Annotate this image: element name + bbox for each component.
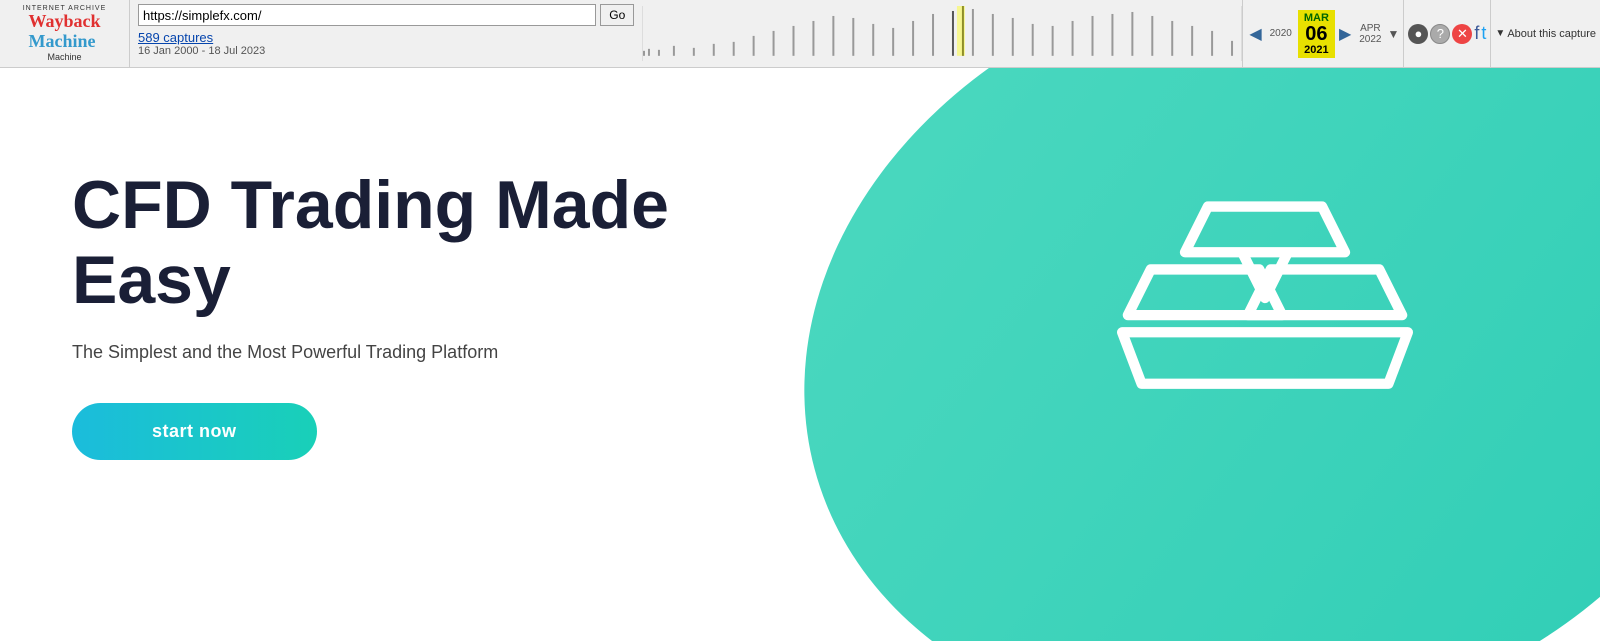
go-button[interactable]: Go	[600, 4, 634, 26]
toolbar-icons: ● ? ✕ f t	[1403, 0, 1490, 67]
url-row: Go	[138, 4, 634, 26]
logo-sub: Machine	[47, 52, 81, 62]
url-input[interactable]	[138, 4, 596, 26]
current-day: 06	[1305, 24, 1327, 44]
timeline-svg	[643, 6, 1241, 56]
prev-arrow[interactable]: ◀	[1247, 24, 1263, 44]
timeline-area	[642, 6, 1242, 61]
year-apr: APR	[1360, 23, 1381, 34]
captures-info: 589 captures 16 Jan 2000 - 18 Jul 2023	[138, 30, 634, 57]
year-2022-label: 2022	[1359, 34, 1381, 45]
year-2020-label: 2020	[1270, 28, 1292, 39]
year-nav: ◀ 2020 MAR 06 2021 ▶ APR 2022 ▼	[1242, 0, 1403, 67]
wayback-center: Go 589 captures 16 Jan 2000 - 18 Jul 202…	[130, 0, 642, 67]
about-capture-button[interactable]: ▼ About this capture	[1490, 0, 1600, 67]
about-arrow-icon: ▼	[1495, 28, 1505, 39]
year-2020[interactable]: 2020	[1266, 26, 1296, 41]
year-2022[interactable]: APR 2022	[1355, 21, 1385, 47]
current-month: MAR	[1304, 12, 1329, 24]
close-icon[interactable]: ✕	[1452, 24, 1472, 44]
hero-title: CFD Trading Made Easy	[72, 168, 792, 318]
captures-link[interactable]: 589 captures	[138, 30, 634, 45]
twitter-icon[interactable]: t	[1481, 23, 1486, 44]
logo-main: Wayback Machine	[28, 12, 100, 52]
current-year: 2021	[1304, 44, 1328, 56]
user-icon[interactable]: ●	[1408, 24, 1428, 44]
start-now-button[interactable]: start now	[72, 403, 317, 460]
gold-bars-icon	[1105, 138, 1425, 458]
wayback-toolbar: INTERNET ARCHIVE Wayback Machine Machine…	[0, 0, 1600, 68]
hero-section: CFD Trading Made Easy The Simplest and t…	[72, 168, 792, 460]
current-date: MAR 06 2021	[1298, 10, 1335, 58]
main-content: CFD Trading Made Easy The Simplest and t…	[0, 68, 1600, 641]
about-capture-label: About this capture	[1507, 28, 1596, 40]
facebook-icon[interactable]: f	[1474, 23, 1479, 44]
wayback-logo[interactable]: INTERNET ARCHIVE Wayback Machine Machine	[0, 0, 130, 67]
dropdown-arrow-year[interactable]: ▼	[1388, 27, 1400, 41]
hero-subtitle: The Simplest and the Most Powerful Tradi…	[72, 342, 792, 363]
captures-range: 16 Jan 2000 - 18 Jul 2023	[138, 45, 634, 57]
help-icon[interactable]: ?	[1430, 24, 1450, 44]
next-arrow[interactable]: ▶	[1337, 24, 1353, 44]
